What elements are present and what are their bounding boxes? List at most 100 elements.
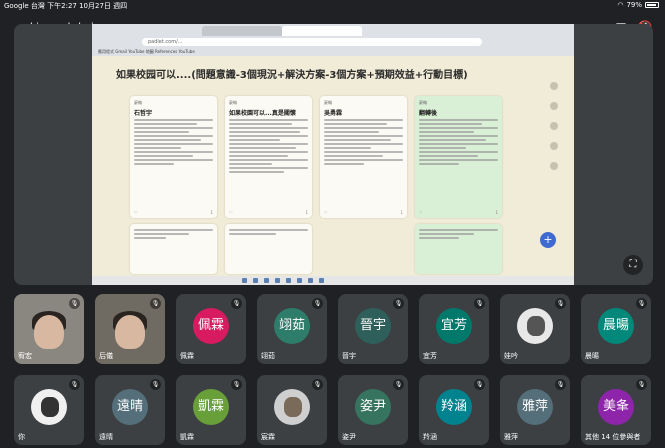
post-footer: ♡ 1: [229, 210, 308, 215]
taskbar-icon: [308, 278, 313, 283]
windows-taskbar: [92, 276, 574, 285]
status-bar: Google 台灣 下午2:27 10月27日 週四 ◠ 79%: [0, 0, 665, 12]
post-footer: ♡ 1: [134, 210, 213, 215]
mic-off-icon: 🎙: [636, 379, 647, 390]
participant-tile[interactable]: 遠晴 🎙 遠晴: [95, 375, 165, 445]
participant-name: 宥宏: [18, 352, 32, 360]
mic-off-icon: 🎙: [636, 298, 647, 309]
post-footer: ♡ 1: [324, 210, 403, 215]
avatar: 宜芳: [436, 308, 472, 345]
profile-photo: [31, 389, 67, 426]
profile-photo: [517, 308, 553, 345]
padlet-toolbar: [550, 82, 560, 182]
post-author: 豪翰: [419, 100, 427, 105]
status-left: Google 台灣 下午2:27 10月27日 週四: [4, 2, 128, 10]
participant-tile[interactable]: 凱霖 🎙 凱霖: [176, 375, 246, 445]
avatar: 遠晴: [112, 389, 148, 426]
post-author: 豪翰: [134, 100, 142, 105]
taskbar-icon: [253, 278, 258, 283]
participant-tile[interactable]: 🎙 宥宏: [14, 294, 84, 364]
profile-photo: [274, 389, 310, 426]
participant-tile[interactable]: 美夆 🎙 其他 14 位參與者: [581, 375, 651, 445]
participant-name: 遠晴: [99, 433, 113, 441]
mic-off-icon: 🎙: [231, 298, 242, 309]
video-feed: [115, 315, 145, 349]
participant-tile[interactable]: 翊茹 🎙 翊茹: [257, 294, 327, 364]
participant-tile[interactable]: 羚涵 🎙 羚涵: [419, 375, 489, 445]
post-title: 石哲宇: [134, 110, 153, 117]
participant-name: 雅萍: [504, 433, 518, 441]
participant-tile[interactable]: 佩霖 🎙 佩霖: [176, 294, 246, 364]
post-author: 豪翰: [229, 100, 237, 105]
address-bar: padlet.com/...: [142, 38, 482, 46]
avatar: 翊茹: [274, 308, 310, 345]
avatar: 佩霖: [193, 308, 229, 345]
taskbar-icon: [264, 278, 269, 283]
mic-off-icon: 🎙: [474, 379, 485, 390]
mic-off-icon: 🎙: [150, 379, 161, 390]
participant-name: 晉宇: [342, 352, 356, 360]
post-author: 豪翰: [324, 100, 332, 105]
mic-off-icon: 🎙: [312, 379, 323, 390]
avatar: 晨暘: [598, 308, 634, 345]
participant-name: 翊茹: [261, 352, 275, 360]
post-footer: ♡ 1: [419, 210, 498, 215]
taskbar-icon: [275, 278, 280, 283]
avatar: 姿尹: [355, 389, 391, 426]
padlet-column: 豪翰 翻轉後 ♡ 1: [415, 96, 502, 218]
padlet-board: 如果校园可以....(問題意識-3個現況+解決方案-3個方案+預期效益+行動目標…: [92, 56, 574, 276]
participant-tile[interactable]: 宜芳 🎙 宜芳: [419, 294, 489, 364]
browser-chrome: padlet.com/... 應用程式 Gmail YouTube 地圖 Ref…: [92, 24, 574, 56]
browser-tab-active: [282, 26, 362, 36]
padlet-card: [130, 224, 217, 274]
participant-tile[interactable]: 🎙 你: [14, 375, 84, 445]
participant-tile[interactable]: 晉宇 🎙 晉宇: [338, 294, 408, 364]
padlet-column: 豪翰 石哲宇 ♡ 1: [130, 96, 217, 218]
taskbar-icon: [297, 278, 302, 283]
participant-tile[interactable]: 雅萍 🎙 雅萍: [500, 375, 570, 445]
toolbar-button: [550, 162, 558, 170]
toolbar-button: [550, 82, 558, 90]
participant-tile[interactable]: 🎙 宸霖: [257, 375, 327, 445]
taskbar-icon: [319, 278, 324, 283]
taskbar-icon: [286, 278, 291, 283]
toolbar-button: [550, 102, 558, 110]
participant-name: 凱霖: [180, 433, 194, 441]
participant-name: 姿尹: [342, 433, 356, 441]
mic-off-icon: 🎙: [312, 298, 323, 309]
mic-off-icon: 🎙: [555, 298, 566, 309]
post-title: 吳勇霖: [324, 110, 343, 117]
mic-off-icon: 🎙: [555, 379, 566, 390]
battery-percent: 79%: [626, 1, 642, 9]
toolbar-button: [550, 122, 558, 130]
participant-tile[interactable]: 🎙 后儀: [95, 294, 165, 364]
browser-tab: [202, 26, 282, 36]
status-right: ◠ 79%: [617, 1, 659, 9]
shared-screen: padlet.com/... 應用程式 Gmail YouTube 地圖 Ref…: [92, 24, 574, 285]
mic-off-icon: 🎙: [393, 298, 404, 309]
presentation-stage: padlet.com/... 應用程式 Gmail YouTube 地圖 Ref…: [14, 24, 653, 285]
mic-off-icon: 🎙: [474, 298, 485, 309]
participant-name: 羚涵: [423, 433, 437, 441]
add-post-icon: +: [540, 232, 556, 248]
battery-icon: [645, 2, 659, 8]
mic-off-icon: 🎙: [231, 379, 242, 390]
participant-tile[interactable]: 姿尹 🎙 姿尹: [338, 375, 408, 445]
avatar: 羚涵: [436, 389, 472, 426]
participant-name: 佩霖: [180, 352, 194, 360]
wifi-icon: ◠: [617, 1, 624, 9]
participant-tile[interactable]: 🎙 娃吟: [500, 294, 570, 364]
padlet-column: 豪翰 如果校園可以...真是關懷 ♡ 1: [225, 96, 312, 218]
participant-name: 晨暘: [585, 352, 599, 360]
mic-off-icon: 🎙: [150, 298, 161, 309]
participant-name: 宸霖: [261, 433, 275, 441]
post-title: 翻轉後: [419, 110, 438, 117]
avatar: 凱霖: [193, 389, 229, 426]
participant-tile[interactable]: 晨暘 🎙 晨暘: [581, 294, 651, 364]
video-feed: [34, 315, 64, 349]
fullscreen-icon[interactable]: ⛶: [623, 255, 643, 275]
participant-name: 你: [18, 433, 25, 441]
browser-tabs: [92, 24, 574, 36]
mic-off-icon: 🎙: [69, 298, 80, 309]
padlet-title: 如果校园可以....(問題意識-3個現況+解決方案-3個方案+預期效益+行動目標…: [116, 70, 468, 81]
